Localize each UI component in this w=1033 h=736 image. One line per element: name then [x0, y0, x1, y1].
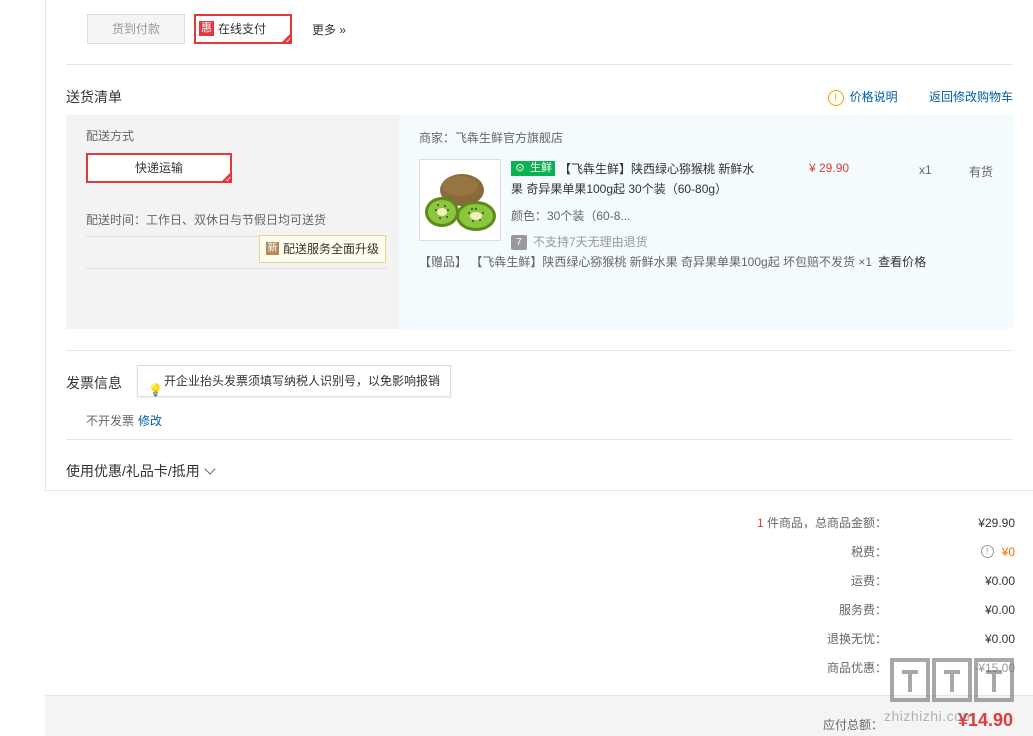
divider: [66, 439, 1013, 440]
corner-check-icon: [280, 32, 292, 45]
seven-day-icon: 7: [511, 235, 527, 251]
kiwi-image: [420, 160, 500, 240]
product-quantity: x1: [919, 163, 932, 177]
summary-tax-value-wrap: ! ¥0: [980, 542, 1015, 562]
summary-tax-value: ¥0: [1001, 545, 1015, 559]
invoice-tip-text: 开企业抬头发票须填写纳税人识别号，以免影响报销: [164, 374, 441, 388]
summary-promo-value: -¥15.00: [974, 661, 1015, 675]
invoice-tip: 💡开企业抬头发票须填写纳税人识别号，以免影响报销: [137, 365, 452, 397]
fresh-tag-label: 生鲜: [528, 162, 554, 176]
summary-promo-label: 商品优惠：: [826, 661, 887, 675]
gift-item: 【赠品】 【飞犇生鲜】陕西绿心猕猴桃 新鲜水果 奇异果单果100g起 坏包赔不发…: [419, 253, 926, 270]
summary-shipping-row: 运费： ¥0.00: [715, 571, 1015, 591]
total-label: 应付总额：: [822, 718, 883, 732]
summary-service-label: 服务费：: [838, 603, 887, 617]
summary-items-amount: ¥29.90: [978, 516, 1015, 530]
pay-online-button[interactable]: 惠在线支付: [194, 14, 292, 45]
merchant-name: 商家：飞犇生鲜官方旗舰店: [419, 131, 564, 145]
discount-toggle-label: 使用优惠/礼品卡/抵用: [66, 463, 200, 479]
pay-online-label: 在线支付: [218, 22, 267, 36]
summary-service-row: 服务费： ¥0.00: [715, 600, 1015, 620]
bulb-icon: 💡: [148, 382, 163, 397]
summary-service-value: ¥0.00: [984, 603, 1015, 617]
hui-badge: 惠: [199, 21, 214, 37]
no-return-notice: 7 不支持7天无理由退货: [511, 233, 648, 251]
delivery-links: ! 价格说明 返回修改购物车: [827, 88, 1013, 106]
invoice-value: 不开发票 修改: [86, 412, 162, 429]
product-color: 颜色：30个装（60-8...: [511, 209, 631, 223]
shipping-method-label: 配送方式: [86, 129, 135, 143]
divider: [66, 350, 1013, 351]
divider: [86, 268, 387, 269]
summary-shipping-label: 运费：: [850, 574, 887, 588]
info-icon: !: [827, 89, 844, 106]
order-items-panel: 商家：飞犇生鲜官方旗舰店 ⊙ 生鲜 【飞犇生鲜】陕西绿心猕猴桃 新鲜水果 奇异果单果…: [399, 115, 1014, 329]
product-title[interactable]: ⊙ 生鲜 【飞犇生鲜】陕西绿心猕猴桃 新鲜水果 奇异果单果100g起 30个装（60…: [511, 159, 761, 199]
upgrade-tip-text: 配送服务全面升级: [283, 242, 380, 256]
upgrade-tip[interactable]: 新配送服务全面升级: [259, 235, 387, 263]
summary-item-count: 1: [756, 516, 764, 530]
back-to-cart-link[interactable]: 返回修改购物车: [929, 90, 1013, 104]
summary-items-row: 1 件商品，总商品金额： ¥29.90: [715, 513, 1015, 533]
pay-cod-button[interactable]: 货到付款: [87, 14, 185, 44]
summary-item-label: 件商品，总商品金额：: [763, 516, 887, 530]
product-price: ¥ 29.90: [809, 161, 850, 175]
fresh-icon: ⊙: [512, 162, 528, 176]
discount-toggle[interactable]: 使用优惠/礼品卡/抵用: [66, 461, 216, 481]
fresh-tag: ⊙ 生鲜: [511, 161, 555, 177]
shipping-method-panel: 配送方式 快递运输 配送时间：工作日、双休日与节假日均可送货 新配送服务全面升级: [66, 115, 399, 329]
total-bar: 应付总额： ¥14.90: [45, 695, 1033, 736]
summary-return-value: ¥0.00: [984, 632, 1015, 646]
corner-check-icon: [220, 171, 232, 184]
invoice-value-text: 不开发票: [86, 414, 135, 428]
express-shipping-button[interactable]: 快递运输: [86, 153, 232, 184]
more-payment-link[interactable]: 更多 »: [312, 21, 346, 38]
delivery-section-title: 送货清单: [66, 89, 122, 105]
summary-items-label: 1 件商品，总商品金额：: [757, 513, 887, 533]
view-price-link[interactable]: 查看价格: [878, 255, 926, 269]
product-image[interactable]: [419, 159, 501, 241]
stock-status: 有货: [969, 165, 994, 179]
checkout-card: 货到付款 惠在线支付 更多 » 送货清单 ! 价格说明 返回修改购物车 配送方式 …: [45, 0, 1033, 491]
divider: [66, 64, 1013, 65]
summary-return-label: 退换无忧：: [826, 632, 887, 646]
delivery-time-text: 配送时间：工作日、双休日与节假日均可送货: [86, 213, 327, 227]
chevron-down-icon: [204, 463, 216, 475]
express-shipping-label: 快递运输: [134, 161, 183, 175]
summary-shipping-value: ¥0.00: [984, 574, 1015, 588]
total-value: ¥14.90: [957, 710, 1013, 730]
no-return-text: 不支持7天无理由退货: [533, 235, 648, 249]
invoice-modify-link[interactable]: 修改: [138, 414, 162, 428]
summary-tax-row: 税费： ! ¥0: [715, 542, 1015, 562]
new-badge: 新: [266, 242, 279, 256]
summary-return-row: 退换无忧： ¥0.00: [715, 629, 1015, 649]
price-note-link[interactable]: 价格说明: [850, 90, 898, 104]
summary-tax-label: 税费：: [850, 545, 887, 559]
gift-text: 【赠品】 【飞犇生鲜】陕西绿心猕猴桃 新鲜水果 奇异果单果100g起 坏包赔不发…: [419, 255, 873, 269]
invoice-section-title: 发票信息: [66, 375, 122, 391]
question-icon[interactable]: !: [980, 545, 994, 559]
summary-promo-row: 商品优惠： -¥15.00: [715, 658, 1015, 678]
